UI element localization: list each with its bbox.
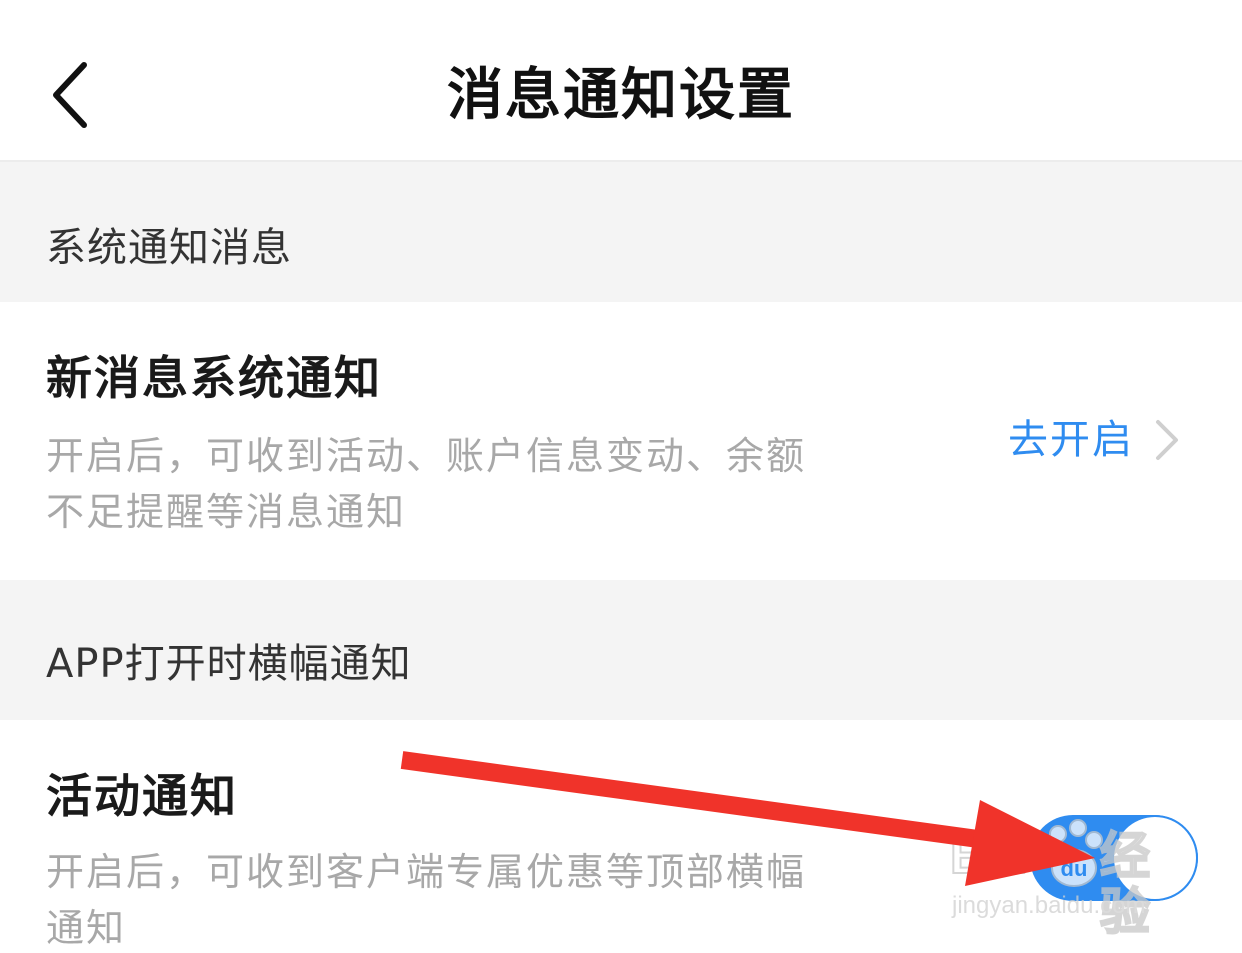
row-title: 新消息系统通知 bbox=[46, 351, 382, 405]
row-description-line-2: 通知 bbox=[46, 906, 127, 950]
list-item-system-notification[interactable]: 新消息系统通知 开启后，可收到活动、账户信息变动、余额 不足提醒等消息通知 去开… bbox=[0, 302, 1242, 580]
go-enable-button[interactable]: 去开启 bbox=[1008, 416, 1182, 464]
row-description-line-1: 开启后，可收到活动、账户信息变动、余额 bbox=[46, 434, 807, 478]
row-description-line-1: 开启后，可收到客户端专属优惠等顶部横幅 bbox=[46, 850, 807, 894]
section-label: APP打开时横幅通知 bbox=[46, 641, 412, 687]
navigation-bar: 消息通知设置 bbox=[0, 0, 1242, 162]
section-label: 系统通知消息 bbox=[46, 225, 292, 271]
row-title: 活动通知 bbox=[46, 769, 238, 823]
notification-settings-page: 消息通知设置 系统通知消息 新消息系统通知 开启后，可收到活动、账户信息变动、余… bbox=[0, 0, 1242, 953]
go-enable-label: 去开启 bbox=[1008, 417, 1134, 463]
row-description-line-2: 不足提醒等消息通知 bbox=[46, 490, 407, 534]
chevron-right-icon bbox=[1156, 420, 1178, 460]
section-header-system: 系统通知消息 bbox=[0, 162, 1242, 302]
toggle-knob bbox=[1114, 817, 1196, 899]
section-header-banner: APP打开时横幅通知 bbox=[0, 580, 1242, 720]
activity-notification-toggle[interactable] bbox=[1030, 815, 1198, 901]
page-title: 消息通知设置 bbox=[447, 63, 795, 128]
